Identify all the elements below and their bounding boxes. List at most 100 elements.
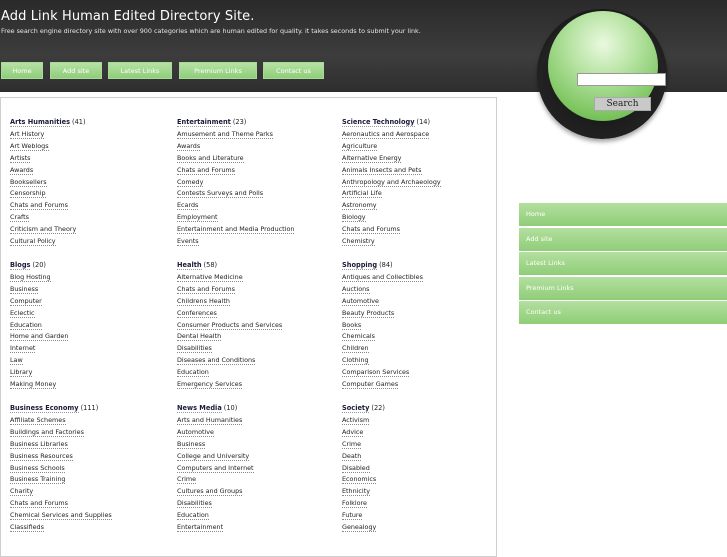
subcategory-link[interactable]: Disabilities bbox=[177, 344, 212, 354]
category-link[interactable]: News Media bbox=[177, 404, 222, 413]
subcategory-link[interactable]: Death bbox=[342, 451, 362, 461]
category-link[interactable]: Society bbox=[342, 404, 370, 413]
subcategory-link[interactable]: Law bbox=[10, 356, 23, 366]
subcategory-link[interactable]: Making Money bbox=[10, 380, 57, 390]
subcategory-link[interactable]: Blog Hosting bbox=[10, 273, 51, 282]
subcategory-link[interactable]: Activism bbox=[342, 416, 370, 425]
subcategory-link[interactable]: Beauty Products bbox=[342, 308, 395, 318]
subcategory-link[interactable]: Employment bbox=[177, 213, 218, 223]
subcategory-link[interactable]: Automotive bbox=[177, 427, 214, 437]
subcategory-link[interactable]: Crime bbox=[177, 475, 197, 485]
subcategory-link[interactable]: Library bbox=[10, 368, 33, 378]
subcategory-link[interactable]: Auctions bbox=[342, 284, 370, 294]
subcategory-link[interactable]: Ethnicity bbox=[342, 487, 370, 497]
subcategory-link[interactable]: Business Libraries bbox=[10, 439, 68, 449]
subcategory-link[interactable]: Computers and Internet bbox=[177, 463, 254, 473]
subcategory-link[interactable]: Children bbox=[342, 344, 369, 354]
subcategory-link[interactable]: Chats and Forums bbox=[10, 499, 68, 509]
subcategory-link[interactable]: Charity bbox=[10, 487, 34, 497]
nav-premium-links[interactable]: Premium Links bbox=[179, 62, 257, 79]
subcategory-link[interactable]: Automotive bbox=[342, 296, 379, 306]
subcategory-link[interactable]: Childrens Health bbox=[177, 296, 230, 306]
side-nav-add-site[interactable]: Add site bbox=[519, 227, 727, 251]
subcategory-link[interactable]: Education bbox=[177, 368, 209, 378]
category-link[interactable]: Shopping bbox=[342, 261, 378, 270]
subcategory-link[interactable]: Chats and Forums bbox=[177, 165, 235, 175]
subcategory-link[interactable]: Advice bbox=[342, 427, 364, 437]
subcategory-link[interactable]: Genealogy bbox=[342, 523, 377, 533]
subcategory-link[interactable]: Chemicals bbox=[342, 332, 375, 342]
subcategory-link[interactable]: Economics bbox=[342, 475, 377, 485]
subcategory-link[interactable]: Anthropology and Archaeology bbox=[342, 177, 441, 187]
subcategory-link[interactable]: Chats and Forums bbox=[342, 225, 400, 235]
subcategory-link[interactable]: Crafts bbox=[10, 213, 29, 223]
side-nav-latest-links[interactable]: Latest Links bbox=[519, 252, 727, 275]
subcategory-link[interactable]: Emergency Services bbox=[177, 380, 243, 390]
search-button[interactable]: Search bbox=[594, 97, 651, 111]
subcategory-link[interactable]: Folklore bbox=[342, 499, 367, 509]
subcategory-link[interactable]: Entertainment and Media Production bbox=[177, 225, 295, 235]
subcategory-link[interactable]: Books and Literature bbox=[177, 153, 244, 163]
subcategory-link[interactable]: Amusement and Theme Parks bbox=[177, 130, 273, 139]
subcategory-link[interactable]: Art History bbox=[10, 130, 45, 139]
subcategory-link[interactable]: Consumer Products and Services bbox=[177, 320, 283, 330]
nav-contact-us[interactable]: Contact us bbox=[263, 62, 324, 79]
category-link[interactable]: Health bbox=[177, 261, 202, 270]
subcategory-link[interactable]: Cultural Policy bbox=[10, 237, 56, 247]
subcategory-link[interactable]: Eclectic bbox=[10, 308, 35, 318]
subcategory-link[interactable]: Entertainment bbox=[177, 523, 224, 533]
nav-add-site[interactable]: Add site bbox=[50, 62, 102, 79]
subcategory-link[interactable]: Classifieds bbox=[10, 523, 44, 533]
subcategory-link[interactable]: Business bbox=[177, 439, 206, 449]
search-input[interactable] bbox=[577, 73, 666, 86]
subcategory-link[interactable]: Crime bbox=[342, 439, 362, 449]
subcategory-link[interactable]: Business Training bbox=[10, 475, 66, 485]
subcategory-link[interactable]: Books bbox=[342, 320, 362, 330]
subcategory-link[interactable]: Business Schools bbox=[10, 463, 65, 473]
subcategory-link[interactable]: Comedy bbox=[177, 177, 204, 187]
subcategory-link[interactable]: Alternative Energy bbox=[342, 153, 402, 163]
category-link[interactable]: Entertainment bbox=[177, 118, 231, 127]
subcategory-link[interactable]: Chemistry bbox=[342, 237, 375, 247]
subcategory-link[interactable]: Comparison Services bbox=[342, 368, 410, 378]
subcategory-link[interactable]: Artificial Life bbox=[342, 189, 382, 199]
subcategory-link[interactable]: Future bbox=[342, 511, 363, 521]
site-title[interactable]: Add Link Human Edited Directory Site. bbox=[1, 9, 254, 24]
subcategory-link[interactable]: Buildings and Factories bbox=[10, 427, 84, 437]
subcategory-link[interactable]: Disabilities bbox=[177, 499, 212, 509]
subcategory-link[interactable]: Art Weblogs bbox=[10, 141, 49, 151]
subcategory-link[interactable]: Diseases and Conditions bbox=[177, 356, 256, 366]
subcategory-link[interactable]: Education bbox=[10, 320, 42, 330]
subcategory-link[interactable]: Business bbox=[10, 284, 39, 294]
side-nav-home[interactable]: Home bbox=[519, 203, 727, 226]
subcategory-link[interactable]: Chats and Forums bbox=[10, 201, 68, 211]
subcategory-link[interactable]: Criticism and Theory bbox=[10, 225, 77, 235]
subcategory-link[interactable]: Home and Garden bbox=[10, 332, 69, 342]
subcategory-link[interactable]: Antiques and Collectibles bbox=[342, 273, 423, 282]
subcategory-link[interactable]: Internet bbox=[10, 344, 36, 354]
subcategory-link[interactable]: Computer Games bbox=[342, 380, 399, 390]
side-nav-premium-links[interactable]: Premium Links bbox=[519, 276, 727, 300]
subcategory-link[interactable]: College and University bbox=[177, 451, 250, 461]
nav-home[interactable]: Home bbox=[1, 62, 43, 79]
subcategory-link[interactable]: Chemical Services and Supplies bbox=[10, 511, 112, 521]
subcategory-link[interactable]: Alternative Medicine bbox=[177, 273, 243, 282]
subcategory-link[interactable]: Awards bbox=[10, 165, 34, 175]
subcategory-link[interactable]: Astronomy bbox=[342, 201, 377, 211]
subcategory-link[interactable]: Booksellers bbox=[10, 177, 47, 187]
subcategory-link[interactable]: Contests Surveys and Polls bbox=[177, 189, 264, 199]
category-link[interactable]: Arts Humanities bbox=[10, 118, 71, 127]
subcategory-link[interactable]: Arts and Humanities bbox=[177, 416, 243, 425]
subcategory-link[interactable]: Artists bbox=[10, 153, 31, 163]
subcategory-link[interactable]: Biology bbox=[342, 213, 366, 223]
subcategory-link[interactable]: Business Resources bbox=[10, 451, 73, 461]
category-link[interactable]: Blogs bbox=[10, 261, 31, 270]
subcategory-link[interactable]: Cultures and Groups bbox=[177, 487, 243, 497]
subcategory-link[interactable]: Chats and Forums bbox=[177, 284, 235, 294]
subcategory-link[interactable]: Conferences bbox=[177, 308, 217, 318]
subcategory-link[interactable]: Animals Insects and Pets bbox=[342, 165, 422, 175]
subcategory-link[interactable]: Awards bbox=[177, 141, 201, 151]
subcategory-link[interactable]: Aeronautics and Aerospace bbox=[342, 130, 430, 139]
nav-latest-links[interactable]: Latest Links bbox=[108, 62, 172, 79]
subcategory-link[interactable]: Affiliate Schemes bbox=[10, 416, 66, 425]
